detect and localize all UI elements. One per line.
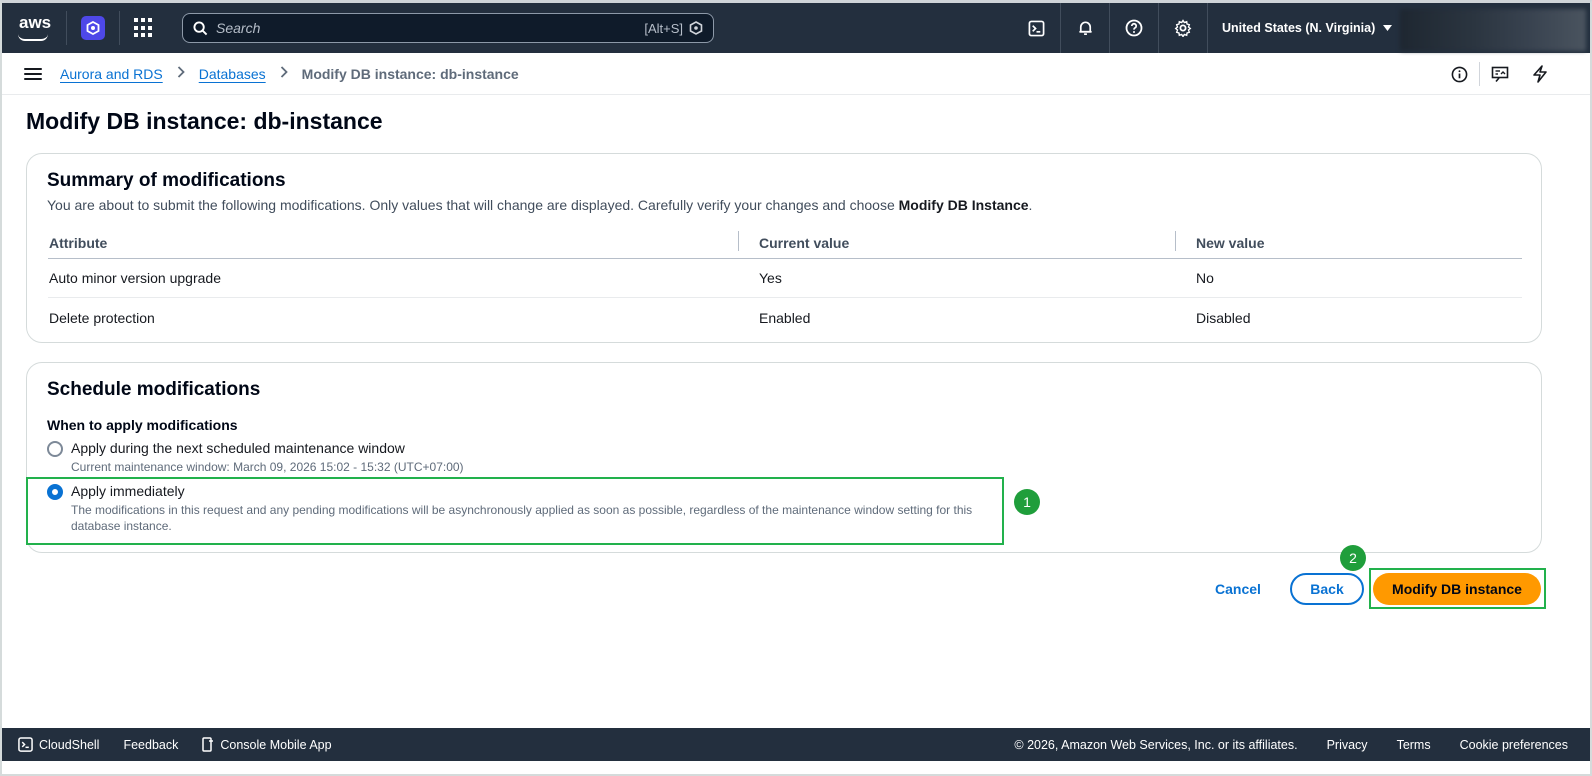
step-badge-1: 1 (1014, 489, 1040, 515)
breadcrumb-databases[interactable]: Databases (199, 66, 266, 82)
description-end: . (1028, 197, 1033, 213)
back-button[interactable]: Back (1290, 573, 1364, 605)
option-label: Apply during the next scheduled maintena… (71, 440, 405, 456)
column-new-value: New value (1196, 235, 1265, 251)
highlight-box-apply-immediately (26, 477, 1004, 545)
cell-attribute: Auto minor version upgrade (49, 270, 221, 286)
option-description: Current maintenance window: March 09, 20… (71, 460, 464, 474)
footer-cookie-preferences-link[interactable]: Cookie preferences (1460, 738, 1568, 752)
aws-logo[interactable]: aws (16, 13, 62, 43)
summary-title: Summary of modifications (47, 170, 286, 191)
table-header: Attribute Current value New value (48, 228, 1522, 259)
summary-card: Summary of modifications You are about t… (26, 153, 1542, 343)
table-row: Auto minor version upgrade Yes No (48, 259, 1522, 298)
chevron-right-icon (280, 66, 288, 81)
breadcrumb-aurora-rds[interactable]: Aurora and RDS (60, 66, 163, 82)
footer-mobile-app[interactable]: Console Mobile App (202, 737, 332, 752)
divider (119, 11, 120, 45)
account-menu-blurred[interactable] (1400, 9, 1586, 51)
radio-maintenance-window[interactable] (47, 441, 63, 457)
divider (66, 11, 67, 45)
lightning-icon[interactable] (1520, 65, 1560, 83)
footer-feedback[interactable]: Feedback (123, 738, 178, 752)
description-text: You are about to submit the following mo… (47, 197, 899, 213)
feedback-panel-icon[interactable] (1480, 66, 1520, 83)
footer-privacy-link[interactable]: Privacy (1327, 738, 1368, 752)
footer: CloudShell Feedback Console Mobile App ©… (2, 728, 1590, 761)
search-shortcut: [Alt+S] (644, 20, 683, 36)
cancel-button[interactable]: Cancel (1207, 573, 1269, 605)
aws-smile-icon (18, 34, 48, 41)
breadcrumb: Aurora and RDS Databases Modify DB insta… (60, 66, 519, 82)
mobile-app-icon (202, 737, 214, 752)
modify-db-instance-button[interactable]: Modify DB instance (1373, 573, 1541, 605)
aws-logo-text: aws (19, 13, 52, 32)
step-badge-2: 2 (1340, 545, 1366, 571)
description-bold: Modify DB Instance (898, 197, 1029, 213)
apply-timing-label: When to apply modifications (47, 417, 238, 433)
footer-cloudshell-label: CloudShell (39, 737, 100, 752)
breadcrumb-current: Modify DB instance: db-instance (301, 65, 519, 82)
footer-terms-link[interactable]: Terms (1397, 738, 1431, 752)
apps-grid-icon[interactable] (134, 18, 154, 38)
notifications-bell-icon[interactable] (1061, 3, 1110, 53)
nav-icon-group: United States (N. Virginia) (1012, 3, 1393, 53)
cloudshell-icon[interactable] (1012, 3, 1061, 53)
table-row: Delete protection Enabled Disabled (48, 298, 1522, 337)
footer-copyright: © 2026, Amazon Web Services, Inc. or its… (1014, 737, 1298, 752)
cell-current-value: Enabled (759, 309, 811, 326)
menu-hamburger-icon[interactable] (24, 65, 42, 83)
chevron-right-icon (177, 66, 185, 81)
search-input[interactable]: Search [Alt+S] (182, 13, 714, 43)
summary-description: You are about to submit the following mo… (47, 197, 1032, 213)
search-icon (193, 20, 208, 35)
column-current-value: Current value (739, 231, 1176, 251)
info-icon[interactable] (1439, 66, 1479, 83)
page-title: Modify DB instance: db-instance (26, 108, 383, 134)
cell-new-value: Disabled (1196, 309, 1251, 326)
page-tools (1439, 53, 1560, 95)
search-placeholder: Search (216, 20, 261, 36)
help-icon[interactable] (1110, 3, 1159, 53)
schedule-title: Schedule modifications (47, 379, 261, 400)
column-attribute: Attribute (48, 231, 739, 251)
region-label: United States (N. Virginia) (1222, 21, 1376, 35)
option-maintenance-window[interactable]: Apply during the next scheduled maintena… (47, 440, 1001, 475)
caret-down-icon (1383, 25, 1393, 31)
footer-cloudshell[interactable]: CloudShell (18, 737, 99, 752)
settings-gear-icon[interactable] (1159, 3, 1208, 53)
q-assistant-icon (689, 21, 703, 35)
footer-mobile-app-label: Console Mobile App (220, 737, 332, 752)
cell-new-value: No (1196, 270, 1214, 286)
region-selector[interactable]: United States (N. Virginia) (1222, 21, 1393, 35)
top-navigation: aws Search [Alt+S] United States (N. Vir… (2, 3, 1590, 53)
footer-feedback-label: Feedback (123, 737, 179, 752)
cell-attribute: Delete protection (49, 309, 155, 326)
cloudshell-icon (18, 737, 33, 752)
modifications-table: Attribute Current value New value Auto m… (48, 228, 1522, 337)
breadcrumb-bar: Aurora and RDS Databases Modify DB insta… (2, 53, 1590, 95)
service-icon[interactable] (81, 16, 105, 40)
cell-current-value: Yes (759, 270, 782, 286)
